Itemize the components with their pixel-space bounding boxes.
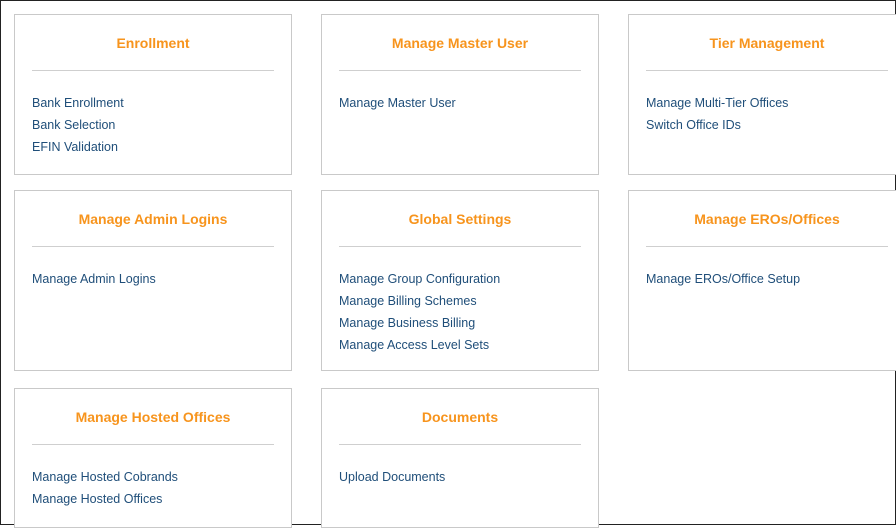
link-manage-master-user[interactable]: Manage Master User	[339, 92, 588, 114]
link-manage-hosted-cobrands[interactable]: Manage Hosted Cobrands	[32, 466, 281, 488]
link-manage-group-configuration[interactable]: Manage Group Configuration	[339, 268, 588, 290]
link-manage-admin-logins[interactable]: Manage Admin Logins	[32, 268, 281, 290]
card-title: Manage EROs/Offices	[694, 211, 840, 227]
link-manage-multi-tier-offices[interactable]: Manage Multi-Tier Offices	[646, 92, 895, 114]
card-divider	[32, 70, 274, 71]
card-title: Enrollment	[116, 35, 190, 51]
link-manage-hosted-offices[interactable]: Manage Hosted Offices	[32, 488, 281, 510]
card-link-list: Manage Group Configuration Manage Billin…	[339, 268, 588, 356]
card-title: Manage Hosted Offices	[75, 409, 231, 425]
card-enrollment: Enrollment Bank Enrollment Bank Selectio…	[14, 14, 292, 175]
card-manage-master-user: Manage Master User Manage Master User	[321, 14, 599, 175]
card-title: Manage Master User	[391, 35, 529, 51]
card-link-list: Manage Hosted Cobrands Manage Hosted Off…	[32, 466, 281, 510]
card-title: Tier Management	[709, 35, 825, 51]
card-divider	[646, 246, 888, 247]
card-manage-admin-logins: Manage Admin Logins Manage Admin Logins	[14, 190, 292, 371]
card-manage-eros-offices: Manage EROs/Offices Manage EROs/Office S…	[628, 190, 896, 371]
card-link-list: Manage Admin Logins	[32, 268, 281, 290]
card-divider	[339, 70, 581, 71]
card-link-list: Manage Multi-Tier Offices Switch Office …	[646, 92, 895, 136]
link-bank-enrollment[interactable]: Bank Enrollment	[32, 92, 281, 114]
card-title: Documents	[421, 409, 499, 425]
card-global-settings: Global Settings Manage Group Configurati…	[321, 190, 599, 371]
card-link-list: Upload Documents	[339, 466, 588, 488]
link-manage-access-level-sets[interactable]: Manage Access Level Sets	[339, 334, 588, 356]
card-divider	[339, 444, 581, 445]
link-manage-billing-schemes[interactable]: Manage Billing Schemes	[339, 290, 588, 312]
link-switch-office-ids[interactable]: Switch Office IDs	[646, 114, 895, 136]
link-bank-selection[interactable]: Bank Selection	[32, 114, 281, 136]
card-title: Global Settings	[408, 211, 512, 227]
card-divider	[32, 246, 274, 247]
admin-dashboard: Enrollment Bank Enrollment Bank Selectio…	[0, 0, 896, 528]
card-link-list: Manage Master User	[339, 92, 588, 114]
link-efin-validation[interactable]: EFIN Validation	[32, 136, 281, 158]
card-divider	[339, 246, 581, 247]
link-manage-business-billing[interactable]: Manage Business Billing	[339, 312, 588, 334]
card-divider	[646, 70, 888, 71]
card-tier-management: Tier Management Manage Multi-Tier Office…	[628, 14, 896, 175]
card-link-list: Manage EROs/Office Setup	[646, 268, 895, 290]
link-upload-documents[interactable]: Upload Documents	[339, 466, 588, 488]
card-divider	[32, 444, 274, 445]
link-manage-eros-office-setup[interactable]: Manage EROs/Office Setup	[646, 268, 895, 290]
card-manage-hosted-offices: Manage Hosted Offices Manage Hosted Cobr…	[14, 388, 292, 528]
card-documents: Documents Upload Documents	[321, 388, 599, 528]
card-title: Manage Admin Logins	[78, 211, 228, 227]
card-link-list: Bank Enrollment Bank Selection EFIN Vali…	[32, 92, 281, 158]
